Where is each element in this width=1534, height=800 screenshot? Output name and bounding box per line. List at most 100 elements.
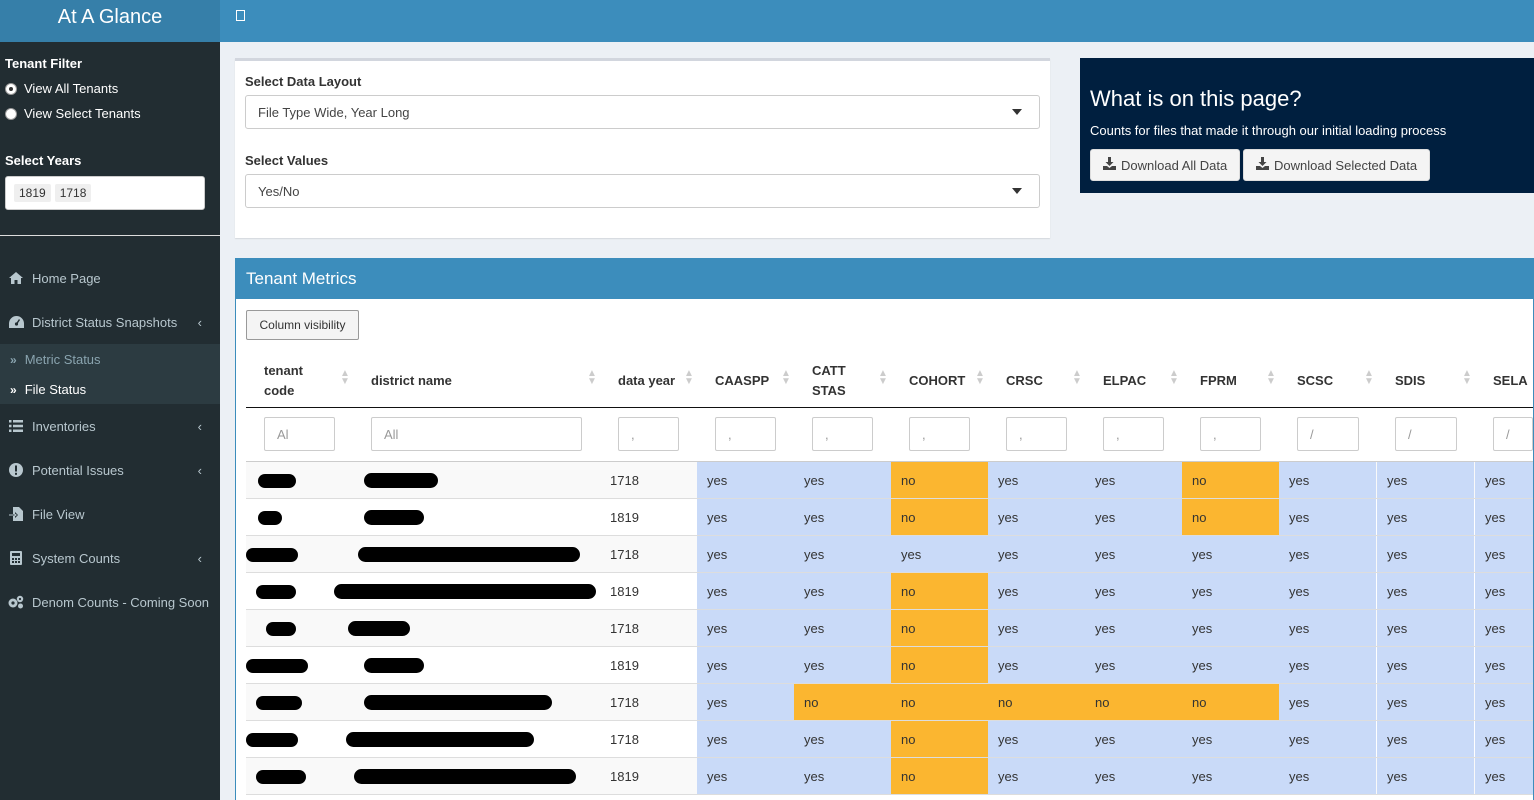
cell-crsc: yes xyxy=(988,758,1085,794)
radio-view-all-tenants[interactable]: View All Tenants xyxy=(5,81,118,96)
filter-crsc[interactable]: , xyxy=(1006,417,1067,451)
data-layout-select[interactable]: File Type Wide, Year Long xyxy=(245,95,1040,129)
radio-view-select-label: View Select Tenants xyxy=(24,106,141,121)
sidebar-toggle-button[interactable] xyxy=(236,10,245,21)
cell-elpac: yes xyxy=(1085,573,1182,609)
cell-data-year: 1718 xyxy=(610,620,639,636)
cell-sdis: yes xyxy=(1377,721,1474,757)
cell-scsc: yes xyxy=(1279,758,1376,794)
cell-data-year: 1718 xyxy=(610,546,639,562)
redacted-tenant-code xyxy=(256,696,302,710)
cogs-icon xyxy=(8,595,24,609)
sort-icon[interactable]: ▲ ▼ xyxy=(1364,369,1374,387)
sort-icon[interactable]: ▲ ▼ xyxy=(340,369,350,387)
table-row: 1718 yes yes no yes yes yes yes yes yes xyxy=(246,721,1533,758)
download-all-button[interactable]: Download All Data xyxy=(1090,149,1241,181)
redacted-district-name xyxy=(358,547,580,562)
cell-crsc: yes xyxy=(988,573,1085,609)
select-values-label: Select Values xyxy=(245,153,329,168)
cell-caaspp: yes xyxy=(697,499,794,535)
filter-tenant-code[interactable]: Al xyxy=(264,417,335,451)
cell-crsc: no xyxy=(988,684,1085,720)
menu-district-status-snapshots[interactable]: District Status Snapshots ‹ xyxy=(0,300,220,344)
menu-home-page[interactable]: Home Page xyxy=(0,256,220,300)
info-subtext: Counts for files that made it through ou… xyxy=(1090,123,1447,138)
cell-cohort: no xyxy=(891,499,988,535)
submenu-metric-status[interactable]: » Metric Status xyxy=(10,352,101,367)
sort-icon[interactable]: ▲ ▼ xyxy=(684,369,694,387)
cell-fprm: no xyxy=(1182,684,1279,720)
filter-cohort[interactable]: , xyxy=(909,417,970,451)
header-sela[interactable]: SELA xyxy=(1493,355,1528,407)
cell-sdis: yes xyxy=(1377,573,1474,609)
column-visibility-button[interactable]: Column visibility xyxy=(246,310,359,340)
filter-caaspp[interactable]: , xyxy=(715,417,776,451)
filter-sela[interactable]: / xyxy=(1493,417,1533,451)
cell-elpac: yes xyxy=(1085,647,1182,683)
radio-view-select-tenants[interactable]: View Select Tenants xyxy=(5,106,141,121)
sort-icon[interactable]: ▲ ▼ xyxy=(1266,369,1276,387)
download-selected-button[interactable]: Download Selected Data xyxy=(1243,149,1431,181)
year-tag[interactable]: 1819 xyxy=(14,184,51,202)
years-multiselect[interactable]: 1819 1718 xyxy=(5,176,205,210)
cell-sela: yes xyxy=(1475,721,1533,757)
header-fprm[interactable]: FPRM xyxy=(1200,355,1237,407)
cell-elpac: yes xyxy=(1085,721,1182,757)
filter-cattstas[interactable]: , xyxy=(812,417,873,451)
filter-district-name[interactable]: All xyxy=(371,417,582,451)
download-selected-label: Download Selected Data xyxy=(1274,157,1418,173)
filter-sdis[interactable]: / xyxy=(1395,417,1457,451)
download-icon xyxy=(1256,157,1269,173)
cell-data-year: 1718 xyxy=(610,472,639,488)
header-caaspp[interactable]: CAASPP xyxy=(715,355,769,407)
menu-home-label: Home Page xyxy=(32,270,101,286)
header-tenant-code[interactable]: tenant code xyxy=(264,355,344,407)
cell-elpac: yes xyxy=(1085,462,1182,498)
header-sdis[interactable]: SDIS xyxy=(1395,355,1425,407)
cell-fprm: no xyxy=(1182,462,1279,498)
values-select[interactable]: Yes/No xyxy=(245,174,1040,208)
filter-data-year[interactable]: , xyxy=(618,417,679,451)
sort-icon[interactable]: ▲ ▼ xyxy=(1169,369,1179,387)
cell-sela: yes xyxy=(1475,536,1533,572)
menu-potential-issues[interactable]: Potential Issues ‹ xyxy=(0,448,220,492)
sort-icon[interactable]: ▲ ▼ xyxy=(587,369,597,387)
info-heading: What is on this page? xyxy=(1090,86,1302,111)
header-crsc[interactable]: CRSC xyxy=(1006,355,1043,407)
cell-caaspp: yes xyxy=(697,610,794,646)
chevron-left-icon: ‹ xyxy=(197,462,202,478)
menu-file-view-label: File View xyxy=(32,506,85,522)
sort-icon[interactable]: ▲ ▼ xyxy=(1072,369,1082,387)
menu-file-view[interactable]: File View xyxy=(0,492,220,536)
header-elpac[interactable]: ELPAC xyxy=(1103,355,1146,407)
filter-scsc[interactable]: / xyxy=(1297,417,1359,451)
menu-system-counts[interactable]: System Counts ‹ xyxy=(0,536,220,580)
redacted-tenant-code xyxy=(256,770,306,784)
cell-fprm: yes xyxy=(1182,573,1279,609)
sort-icon[interactable]: ▲ ▼ xyxy=(781,369,791,387)
cell-sela: yes xyxy=(1475,573,1533,609)
radio-selected-icon[interactable] xyxy=(5,82,17,95)
radio-unselected-icon[interactable] xyxy=(5,107,17,120)
filter-elpac[interactable]: , xyxy=(1103,417,1164,451)
submenu-file-status-label: File Status xyxy=(24,382,87,397)
filter-fprm[interactable]: , xyxy=(1200,417,1261,451)
header-data-year[interactable]: data year xyxy=(618,355,675,407)
sort-icon[interactable]: ▲ ▼ xyxy=(975,369,985,387)
menu-denom-counts[interactable]: Denom Counts - Coming Soon xyxy=(0,580,220,624)
menu-inventories[interactable]: Inventories ‹ xyxy=(0,404,220,448)
cell-cohort: no xyxy=(891,721,988,757)
header-district-name[interactable]: district name xyxy=(371,355,452,407)
cell-crsc: yes xyxy=(988,721,1085,757)
cell-sela: yes xyxy=(1475,758,1533,794)
cell-sela: yes xyxy=(1475,462,1533,498)
header-scsc[interactable]: SCSC xyxy=(1297,355,1333,407)
year-tag[interactable]: 1718 xyxy=(54,184,92,202)
table-row: 1819 yes yes no yes yes yes yes yes yes xyxy=(246,647,1533,684)
sort-icon[interactable]: ▲ ▼ xyxy=(878,369,888,387)
sort-icon[interactable]: ▲ ▼ xyxy=(1462,369,1472,387)
header-cohort[interactable]: COHORT xyxy=(909,355,965,407)
redacted-district-name xyxy=(346,732,534,747)
dashboard-icon xyxy=(8,315,24,329)
submenu-file-status[interactable]: » File Status xyxy=(10,382,86,397)
